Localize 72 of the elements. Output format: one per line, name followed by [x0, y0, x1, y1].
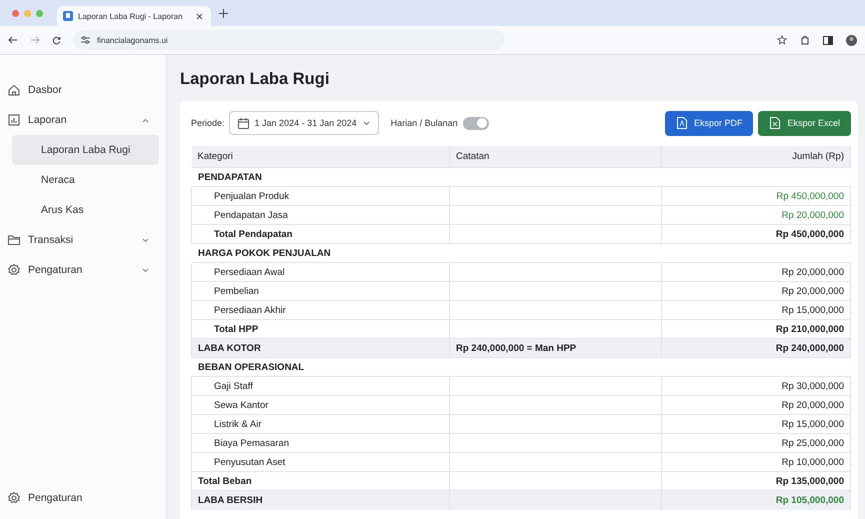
category-cell: Biaya Pemasaran — [192, 434, 450, 452]
category-cell: Persediaan Awal — [192, 262, 450, 282]
column-header: Jumlah (Rp) — [662, 146, 850, 168]
sidebar-icon[interactable] — [823, 36, 833, 44]
address-field[interactable]: financialagonams.ui — [73, 30, 505, 50]
period-label: Periode: — [191, 118, 225, 128]
amount-cell: Rp 450,000,000 — [662, 186, 850, 206]
amount-cell: Rp 15,000,000 — [662, 300, 850, 320]
export-excel-button[interactable]: Ekspor Excel — [758, 110, 851, 136]
category-cell: Pembelian — [192, 282, 450, 300]
back-icon[interactable] — [8, 36, 18, 44]
chevron-icon — [362, 120, 370, 126]
nav-item[interactable]: Pengaturan — [5, 255, 159, 285]
amount-cell: Rp 30,000,000 — [662, 376, 850, 396]
column-header: Catatan — [450, 146, 662, 168]
chart-icon — [7, 113, 21, 127]
star-icon[interactable] — [777, 35, 787, 45]
amount-cell: Rp 240,000,000 — [662, 338, 850, 358]
category-cell: Penyusutan Aset — [192, 452, 450, 472]
site-settings-icon[interactable] — [81, 36, 90, 44]
settings-icon — [7, 263, 21, 277]
calendar-icon — [238, 118, 249, 128]
chevron-icon — [142, 238, 149, 242]
chevron-icon — [142, 268, 149, 272]
amount-cell: Rp 25,000,000 — [662, 434, 850, 452]
folder-icon — [7, 233, 21, 247]
amount-cell: Rp 20,000,000 — [662, 262, 850, 282]
toggle-label: Harian / Bulanan — [390, 118, 458, 128]
note-cell: Rp 240,000,000 = Man HPP — [450, 338, 662, 358]
category-cell: Penjualan Produk — [192, 186, 450, 206]
category-cell: Persediaan Akhir — [192, 300, 450, 320]
amount-cell: Rp 10,000,000 — [662, 452, 850, 472]
nav-item[interactable]: Dasbor — [5, 75, 159, 105]
file-icon — [770, 117, 780, 129]
settings-icon — [7, 491, 21, 505]
extensions-icon[interactable] — [800, 35, 810, 45]
file-icon — [676, 117, 687, 129]
chevron-icon — [142, 118, 149, 122]
nav-subitem[interactable]: Neraca — [12, 165, 159, 195]
category-cell: Gaji Staff — [192, 376, 450, 396]
category-cell: Sewa Kantor — [192, 396, 450, 414]
toggle-switch[interactable] — [462, 116, 489, 130]
export-pdf-button[interactable]: Ekspor PDF — [664, 110, 754, 136]
section-heading: HARGA POKOK PENJUALAN — [192, 244, 850, 262]
new-tab-icon[interactable] — [219, 8, 228, 18]
amount-cell: Rp 20,000,000 — [662, 206, 850, 224]
section-heading: PENDAPATAN — [192, 168, 850, 186]
category-cell: LABA BERSIH — [192, 490, 450, 510]
category-cell: Pendapatan Jasa — [192, 206, 450, 224]
home-icon — [7, 83, 21, 97]
reload-icon[interactable] — [52, 36, 61, 44]
amount-cell: Rp 105,000,000 — [662, 490, 850, 510]
nav-subitem[interactable]: Laporan Laba Rugi — [12, 135, 159, 165]
nav-subitem[interactable]: Arus Kas — [12, 195, 159, 225]
nav-item[interactable]: Laporan — [5, 105, 159, 135]
amount-cell: Rp 20,000,000 — [662, 282, 850, 300]
close-icon[interactable] — [196, 12, 203, 20]
column-header: Kategori — [192, 146, 450, 168]
amount-cell: Rp 15,000,000 — [662, 414, 850, 434]
category-cell: LABA KOTOR — [192, 338, 450, 358]
date-range-picker[interactable]: 1 Jan 2024 - 31 Jan 2024 — [228, 111, 379, 135]
category-cell: Listrik & Air — [192, 414, 450, 434]
page-title: Laporan Laba Rugi — [180, 69, 330, 89]
amount-cell: Rp 450,000,000 — [662, 224, 850, 244]
amount-cell: Rp 20,000,000 — [662, 396, 850, 414]
section-heading: BEBAN OPERASIONAL — [192, 358, 850, 376]
nav-item[interactable]: Pengaturan — [5, 483, 159, 513]
nav-item[interactable]: Transaksi — [5, 225, 159, 255]
document-icon — [63, 11, 73, 21]
browser-tab[interactable]: Laporan Laba Rugi - Laporan — [57, 6, 211, 26]
category-cell: Total Pendapatan — [192, 224, 450, 244]
avatar-icon[interactable] — [846, 34, 857, 46]
